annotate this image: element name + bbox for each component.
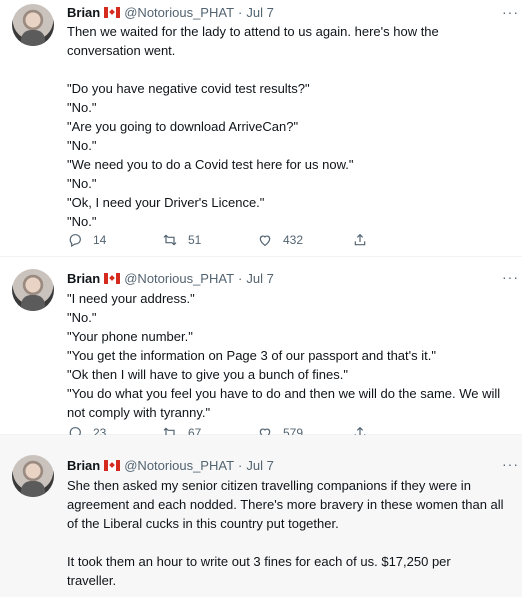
- tweet-date[interactable]: Jul 7: [246, 5, 273, 20]
- tweet-header: Brian @Notorious_PHAT · Jul 7: [67, 458, 274, 473]
- avatar[interactable]: [12, 4, 54, 46]
- text-line: She then asked my senior citizen travell…: [67, 478, 471, 493]
- text-line: "We need you to do a Covid test here for…: [67, 157, 354, 172]
- tweet-3[interactable]: Brian @Notorious_PHAT · Jul 7 ··· She th…: [0, 435, 522, 597]
- share-icon: [354, 233, 366, 246]
- text-line: "Do you have negative covid test results…: [67, 81, 310, 96]
- tweet-actions: 14 51 432: [67, 232, 447, 248]
- canada-flag-icon: [104, 7, 121, 18]
- canada-flag-icon: [104, 273, 121, 284]
- text-line: not comply with tyranny.": [67, 405, 211, 420]
- separator: ·: [238, 5, 243, 20]
- text-line: conversation went.: [67, 43, 176, 58]
- tweet-header: Brian @Notorious_PHAT · Jul 7: [67, 271, 274, 286]
- author-handle[interactable]: @Notorious_PHAT: [124, 271, 234, 286]
- retweet-button[interactable]: 51: [162, 232, 257, 248]
- text-line: "Ok, I need your Driver's Licence.": [67, 195, 265, 210]
- like-button[interactable]: 432: [257, 232, 352, 248]
- text-line: "You get the information on Page 3 of ou…: [67, 348, 436, 363]
- text-line: "Are you going to download ArriveCan?": [67, 119, 299, 134]
- text-line: "You do what you feel you have to do and…: [67, 386, 501, 401]
- tweet-1[interactable]: Brian @Notorious_PHAT · Jul 7 ··· Then w…: [0, 0, 522, 257]
- reply-icon: [69, 234, 81, 248]
- retweet-icon: [163, 234, 177, 246]
- more-icon[interactable]: ···: [502, 456, 518, 472]
- reply-button[interactable]: 14: [67, 232, 162, 248]
- separator: ·: [238, 271, 243, 286]
- reply-count: 14: [93, 233, 107, 247]
- tweet-date[interactable]: Jul 7: [246, 458, 273, 473]
- text-line: "I need your address.": [67, 291, 195, 306]
- author-handle[interactable]: @Notorious_PHAT: [124, 5, 234, 20]
- author-name[interactable]: Brian: [67, 271, 100, 286]
- avatar[interactable]: [12, 455, 54, 497]
- text-line: "No.": [67, 310, 97, 325]
- separator: ·: [238, 458, 243, 473]
- text-line: Then we waited for the lady to attend to…: [67, 24, 439, 39]
- more-icon[interactable]: ···: [502, 4, 518, 20]
- share-button[interactable]: [352, 232, 447, 248]
- text-line: traveller.: [67, 573, 117, 588]
- author-name[interactable]: Brian: [67, 458, 100, 473]
- tweet-text: She then asked my senior citizen travell…: [67, 476, 514, 590]
- tweet-text: "I need your address." "No." "Your phone…: [67, 289, 514, 422]
- author-handle[interactable]: @Notorious_PHAT: [124, 458, 234, 473]
- text-line: "No.": [67, 214, 97, 229]
- tweet-header: Brian @Notorious_PHAT · Jul 7: [67, 5, 274, 20]
- tweet-date[interactable]: Jul 7: [246, 271, 273, 286]
- tweet-text: Then we waited for the lady to attend to…: [67, 22, 514, 231]
- text-line: "No.": [67, 176, 97, 191]
- like-icon: [259, 235, 271, 247]
- tweet-2[interactable]: Brian @Notorious_PHAT · Jul 7 ··· "I nee…: [0, 257, 522, 441]
- text-line: [67, 60, 514, 79]
- text-line: "Your phone number.": [67, 329, 193, 344]
- text-line: It took them an hour to write out 3 fine…: [67, 554, 451, 569]
- more-icon[interactable]: ···: [502, 269, 518, 285]
- canada-flag-icon: [104, 460, 121, 471]
- text-line: of the Liberal cucks in this country put…: [67, 516, 339, 531]
- text-line: "Ok then I will have to give you a bunch…: [67, 367, 348, 382]
- text-line: "No.": [67, 100, 97, 115]
- author-name[interactable]: Brian: [67, 5, 100, 20]
- retweet-count: 51: [188, 233, 202, 247]
- like-count: 432: [283, 233, 304, 247]
- text-line: "No.": [67, 138, 97, 153]
- avatar[interactable]: [12, 269, 54, 311]
- text-line: agreement and each nodded. There's more …: [67, 497, 504, 512]
- text-line: [67, 533, 514, 552]
